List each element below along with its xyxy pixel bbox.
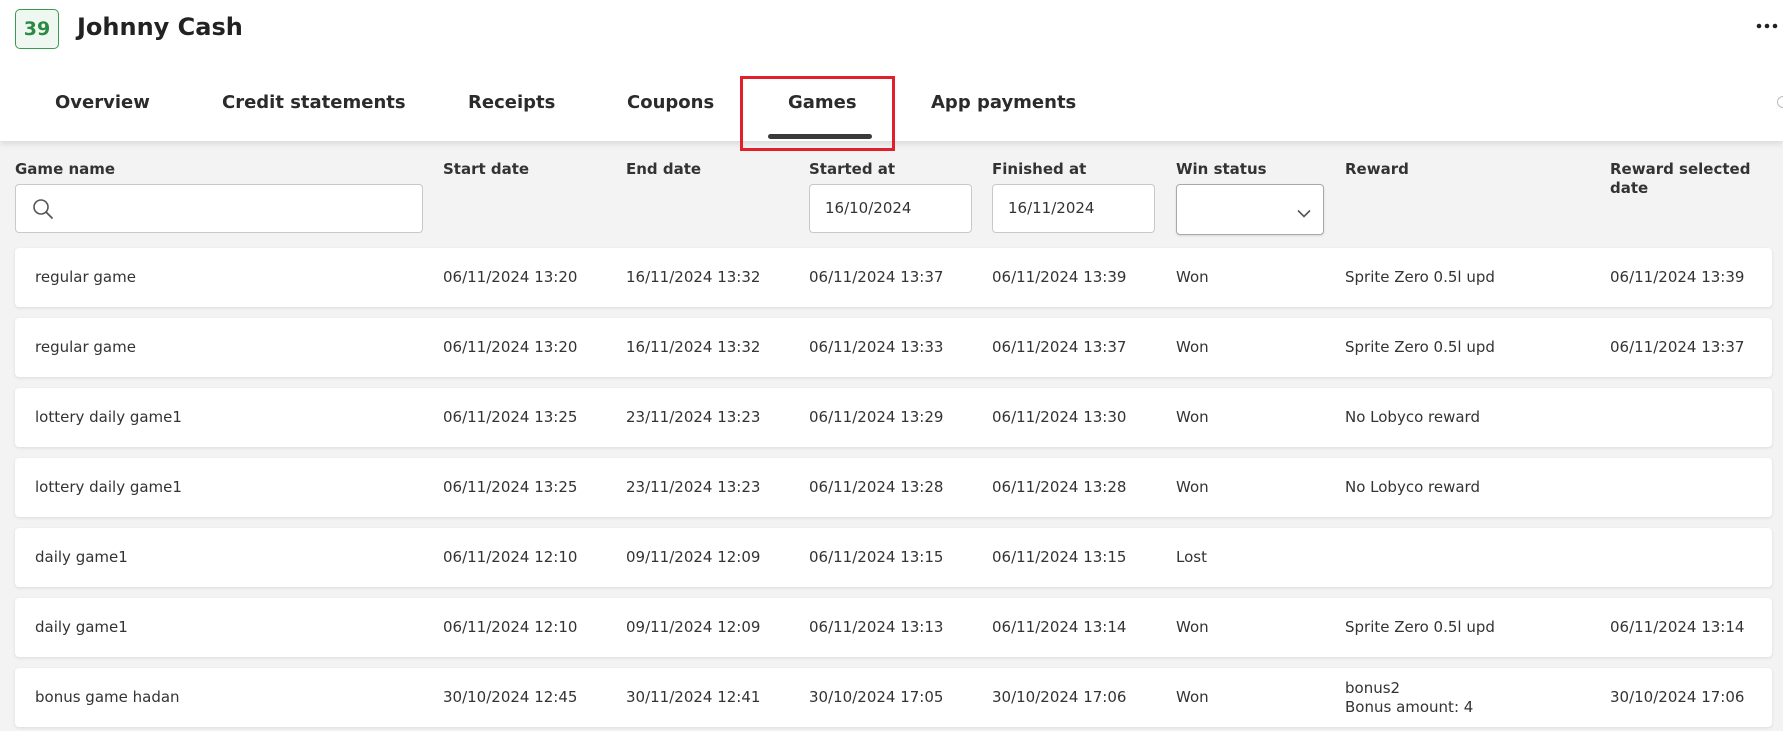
cell-started-at: 30/10/2024 17:05 (809, 688, 944, 706)
cell-end-date: 16/11/2024 13:32 (626, 338, 761, 356)
cell-finished-at: 06/11/2024 13:37 (992, 338, 1127, 356)
more-dots-icon[interactable] (1755, 14, 1779, 38)
cell-end-date: 23/11/2024 13:23 (626, 408, 761, 426)
games-table-body: regular game 06/11/2024 13:20 16/11/2024… (0, 241, 1783, 731)
cell-reward: Sprite Zero 0.5l upd (1345, 598, 1495, 657)
tab-app-payments[interactable]: App payments (931, 92, 1076, 113)
column-header-started-at: Started at (809, 160, 896, 178)
cell-started-at: 06/11/2024 13:29 (809, 408, 944, 426)
cell-started-at: 06/11/2024 13:37 (809, 268, 944, 286)
cell-win-status: Won (1176, 618, 1209, 636)
cell-game-name: bonus game hadan (35, 688, 180, 706)
cell-reward: No Lobyco reward (1345, 388, 1480, 447)
cell-finished-at: 06/11/2024 13:39 (992, 268, 1127, 286)
cell-finished-at: 06/11/2024 13:28 (992, 478, 1127, 496)
tab-games[interactable]: Games (788, 92, 857, 113)
cell-game-name: regular game (35, 268, 136, 286)
cell-started-at: 06/11/2024 13:13 (809, 618, 944, 636)
cell-win-status: Won (1176, 688, 1209, 706)
finished-at-filter-input[interactable]: 16/11/2024 (992, 184, 1155, 233)
table-row[interactable]: regular game 06/11/2024 13:20 16/11/2024… (15, 318, 1772, 377)
cell-game-name: lottery daily game1 (35, 478, 182, 496)
column-header-start-date: Start date (443, 160, 530, 178)
cell-start-date: 06/11/2024 13:25 (443, 408, 578, 426)
column-header-win-status: Win status (1176, 160, 1267, 178)
tab-scroll-handle[interactable] (1777, 96, 1783, 108)
cell-finished-at: 06/11/2024 13:30 (992, 408, 1127, 426)
cell-win-status: Lost (1176, 548, 1207, 566)
customer-avatar: 39 (15, 9, 59, 49)
cell-win-status: Won (1176, 268, 1209, 286)
cell-reward-selected-date: 06/11/2024 13:14 (1610, 618, 1745, 636)
started-at-filter-input[interactable]: 16/10/2024 (809, 184, 972, 233)
cell-start-date: 06/11/2024 13:20 (443, 338, 578, 356)
cell-reward-line1: No Lobyco reward (1345, 478, 1480, 496)
table-header: Game name Start date End date Started at… (0, 141, 1783, 241)
cell-reward: Sprite Zero 0.5l upd (1345, 318, 1495, 377)
cell-game-name: lottery daily game1 (35, 408, 182, 426)
win-status-select[interactable] (1176, 184, 1324, 235)
cell-reward-line2: Bonus amount: 4 (1345, 697, 1474, 716)
cell-reward-line1: Sprite Zero 0.5l upd (1345, 338, 1495, 356)
cell-end-date: 23/11/2024 13:23 (626, 478, 761, 496)
cell-reward-selected-date: 30/10/2024 17:06 (1610, 688, 1745, 706)
column-header-game-name: Game name (15, 160, 116, 178)
table-row[interactable]: bonus game hadan 30/10/2024 12:45 30/11/… (15, 668, 1772, 727)
cell-reward-selected-date: 06/11/2024 13:39 (1610, 268, 1745, 286)
cell-start-date: 06/11/2024 13:20 (443, 268, 578, 286)
table-row[interactable]: lottery daily game1 06/11/2024 13:25 23/… (15, 388, 1772, 447)
column-header-reward-selected-date: Reward selected date (1610, 160, 1751, 197)
table-row[interactable]: lottery daily game1 06/11/2024 13:25 23/… (15, 458, 1772, 517)
cell-end-date: 09/11/2024 12:09 (626, 618, 761, 636)
cell-finished-at: 06/11/2024 13:14 (992, 618, 1127, 636)
customer-header: 39 Johnny Cash Overview Credit statement… (0, 0, 1783, 141)
cell-game-name: daily game1 (35, 618, 128, 636)
cell-start-date: 30/10/2024 12:45 (443, 688, 578, 706)
cell-end-date: 09/11/2024 12:09 (626, 548, 761, 566)
chevron-down-icon (1297, 203, 1311, 222)
cell-reward-line1: bonus2 (1345, 678, 1401, 697)
cell-reward: Sprite Zero 0.5l upd (1345, 248, 1495, 307)
cell-reward-line1: No Lobyco reward (1345, 408, 1480, 426)
cell-reward-line1: Sprite Zero 0.5l upd (1345, 268, 1495, 286)
table-row[interactable]: regular game 06/11/2024 13:20 16/11/2024… (15, 248, 1772, 307)
column-header-end-date: End date (626, 160, 702, 178)
game-name-search-input[interactable] (15, 184, 423, 233)
cell-reward-line1: Sprite Zero 0.5l upd (1345, 618, 1495, 636)
tab-overview[interactable]: Overview (55, 92, 150, 113)
tab-receipts[interactable]: Receipts (468, 92, 555, 113)
cell-reward: bonus2 Bonus amount: 4 (1345, 668, 1473, 727)
cell-game-name: daily game1 (35, 548, 128, 566)
cell-started-at: 06/11/2024 13:15 (809, 548, 944, 566)
active-tab-indicator (768, 134, 872, 139)
cell-game-name: regular game (35, 338, 136, 356)
cell-finished-at: 06/11/2024 13:15 (992, 548, 1127, 566)
cell-started-at: 06/11/2024 13:28 (809, 478, 944, 496)
cell-reward-selected-date: 06/11/2024 13:37 (1610, 338, 1745, 356)
table-row[interactable]: daily game1 06/11/2024 12:10 09/11/2024 … (15, 598, 1772, 657)
cell-end-date: 30/11/2024 12:41 (626, 688, 761, 706)
customer-name: Johnny Cash (77, 13, 243, 41)
cell-end-date: 16/11/2024 13:32 (626, 268, 761, 286)
column-header-finished-at: Finished at (992, 160, 1087, 178)
tab-credit-statements[interactable]: Credit statements (222, 92, 406, 113)
cell-start-date: 06/11/2024 13:25 (443, 478, 578, 496)
table-row[interactable]: daily game1 06/11/2024 12:10 09/11/2024 … (15, 528, 1772, 587)
tab-coupons[interactable]: Coupons (627, 92, 714, 113)
cell-start-date: 06/11/2024 12:10 (443, 618, 578, 636)
cell-started-at: 06/11/2024 13:33 (809, 338, 944, 356)
search-icon (32, 198, 54, 224)
cell-win-status: Won (1176, 408, 1209, 426)
cell-win-status: Won (1176, 478, 1209, 496)
cell-reward: No Lobyco reward (1345, 458, 1480, 517)
tab-bar: Overview Credit statements Receipts Coup… (0, 80, 1783, 141)
cell-finished-at: 30/10/2024 17:06 (992, 688, 1127, 706)
cell-win-status: Won (1176, 338, 1209, 356)
cell-start-date: 06/11/2024 12:10 (443, 548, 578, 566)
column-header-reward: Reward (1345, 160, 1409, 178)
